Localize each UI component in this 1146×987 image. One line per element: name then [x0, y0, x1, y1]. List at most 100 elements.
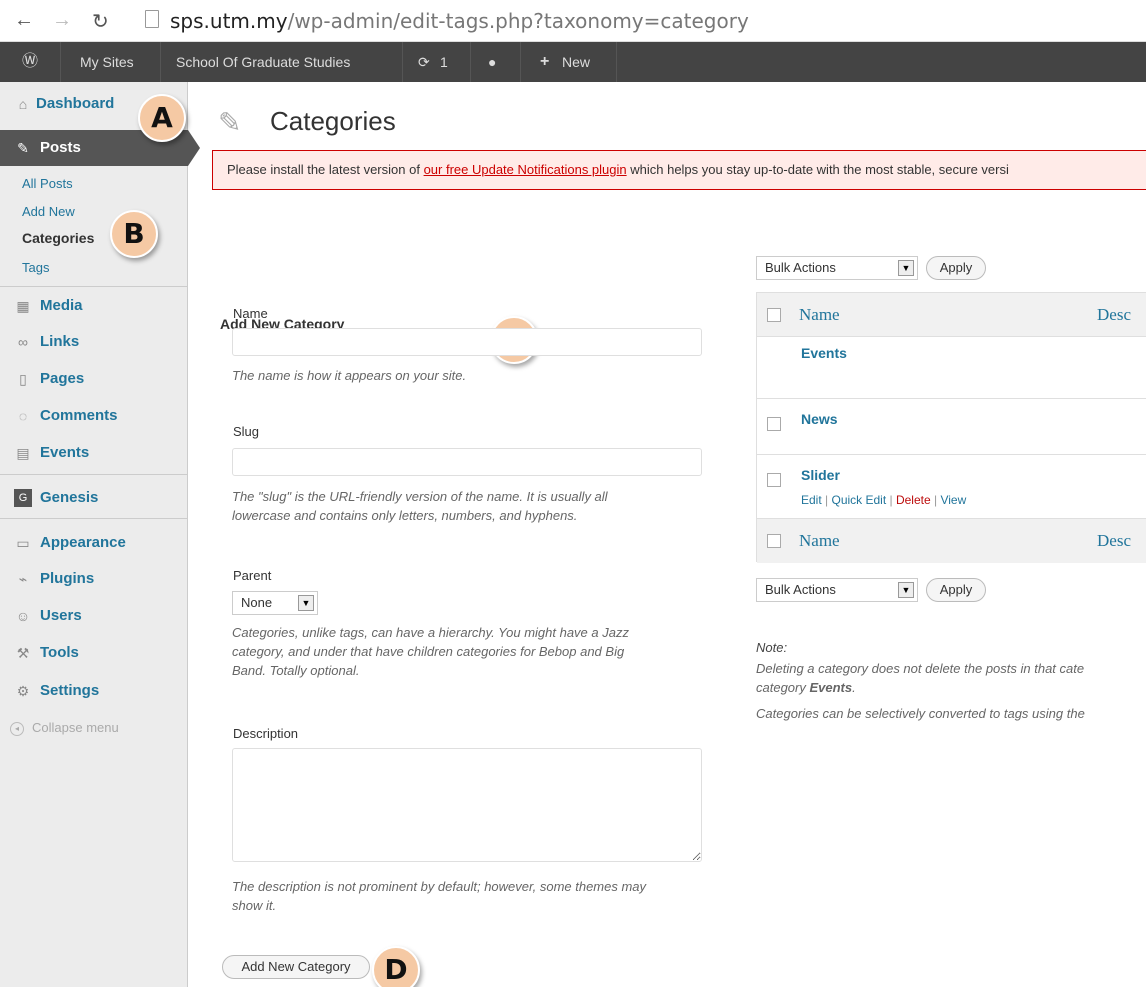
select-all-checkbox-top[interactable]	[767, 308, 781, 322]
submenu-tags[interactable]: Tags	[22, 260, 49, 275]
menu-events[interactable]: ▤ Events	[0, 435, 188, 471]
address-bar[interactable]: sps.utm.my/wp-admin/edit-tags.php?taxono…	[170, 9, 749, 33]
forward-arrow-icon[interactable]: →	[52, 9, 72, 32]
description-textarea[interactable]	[232, 748, 702, 862]
add-new-category-button[interactable]: Add New Category	[222, 955, 370, 979]
chevron-down-icon: ▼	[898, 260, 914, 276]
collapse-menu-button[interactable]: ◂ Collapse menu	[10, 720, 119, 736]
edit-link[interactable]: Edit	[801, 493, 822, 507]
column-name-footer[interactable]: Name	[799, 531, 840, 551]
menu-comments[interactable]: ◌ Comments	[0, 398, 188, 434]
note-line-2-bold[interactable]: Events	[809, 680, 852, 695]
notice-text-before: Please install the latest version of	[227, 162, 424, 177]
comment-icon: ◌	[18, 408, 28, 424]
menu-tools[interactable]: ⚒ Tools	[0, 635, 188, 671]
menu-genesis-label: Genesis	[40, 489, 99, 506]
menu-comments-label: Comments	[40, 407, 118, 424]
notice-plugin-link[interactable]: our free Update Notifications plugin	[424, 162, 627, 177]
delete-link[interactable]: Delete	[896, 493, 931, 507]
menu-tools-label: Tools	[40, 644, 79, 661]
menu-pages[interactable]: ▯ Pages	[0, 361, 188, 397]
table-footer-row: Name Desc	[757, 519, 1146, 563]
table-row: News	[757, 399, 1146, 455]
term-name-link[interactable]: Events	[801, 345, 847, 361]
parent-select[interactable]: None ▼	[232, 591, 318, 615]
plug-icon: ⌁	[18, 571, 28, 587]
note-line-1: Deleting a category does not delete the …	[756, 661, 1085, 676]
quick-edit-link[interactable]: Quick Edit	[831, 493, 886, 507]
apply-button-bottom[interactable]: Apply	[926, 578, 986, 602]
menu-users-label: Users	[40, 607, 82, 624]
reload-icon[interactable]: ↻	[92, 9, 109, 34]
submenu-categories[interactable]: Categories	[22, 230, 94, 246]
note-title: Note:	[756, 640, 788, 655]
menu-links-label: Links	[40, 333, 80, 350]
apply-button-top[interactable]: Apply	[926, 256, 986, 280]
notice-text-after: which helps you stay up-to-date with the…	[626, 162, 1009, 177]
menu-genesis[interactable]: G Genesis	[0, 480, 188, 516]
menu-links[interactable]: ∞ Links	[0, 324, 188, 360]
parent-help-line-3: Band. Totally optional.	[232, 663, 360, 678]
collapse-menu-label: Collapse menu	[32, 720, 119, 735]
back-arrow-icon[interactable]: ←	[14, 9, 34, 32]
updates-count[interactable]: 1	[440, 42, 448, 82]
menu-plugins[interactable]: ⌁ Plugins	[0, 561, 188, 597]
bulk-actions-select-bottom[interactable]: Bulk Actions ▼	[756, 578, 918, 602]
column-desc-footer[interactable]: Desc	[1097, 531, 1131, 551]
browser-toolbar: ← → ↻ sps.utm.my/wp-admin/edit-tags.php?…	[0, 0, 1146, 42]
name-input[interactable]	[232, 328, 702, 356]
menu-media[interactable]: ▦ Media	[0, 288, 188, 324]
menu-users[interactable]: ☺ Users	[0, 598, 188, 634]
term-name-link[interactable]: News	[801, 411, 838, 427]
admin-sidebar: ⌂ Dashboard ✎ Posts All Posts Add New Ca…	[0, 82, 200, 987]
slug-help-line-2: lowercase and contains only letters, num…	[232, 508, 578, 523]
admin-bar: Ⓦ My Sites School Of Graduate Studies ⟳ …	[0, 42, 1146, 82]
slug-label: Slug	[233, 424, 260, 439]
parent-help-line-1: Categories, unlike tags, can have a hier…	[232, 625, 629, 640]
bulk-actions-label-bottom: Bulk Actions	[765, 582, 836, 597]
submenu-all-posts[interactable]: All Posts	[22, 176, 73, 191]
slug-input[interactable]	[232, 448, 702, 476]
comments-bubble-icon[interactable]: ●	[488, 42, 496, 82]
description-label: Description	[233, 726, 299, 741]
submenu-add-new[interactable]: Add New	[22, 204, 75, 219]
bulk-actions-select-top[interactable]: Bulk Actions ▼	[756, 256, 918, 280]
parent-select-value: None	[241, 595, 273, 610]
term-name-link[interactable]: Slider	[801, 467, 840, 483]
callout-b: B	[110, 210, 158, 258]
page-title: Categories	[270, 106, 396, 136]
parent-label: Parent	[233, 568, 272, 583]
home-icon: ⌂	[18, 96, 28, 112]
page-icon	[145, 10, 159, 28]
site-name-link[interactable]: School Of Graduate Studies	[176, 42, 350, 82]
calendar-icon: ▤	[16, 445, 30, 461]
view-link[interactable]: View	[940, 493, 966, 507]
row-checkbox[interactable]	[767, 417, 781, 431]
menu-appearance[interactable]: ▭ Appearance	[0, 525, 188, 561]
menu-events-label: Events	[40, 444, 90, 461]
callout-a: A	[138, 94, 186, 142]
plus-icon[interactable]: +	[540, 42, 549, 82]
users-icon: ☺	[15, 608, 31, 624]
my-sites-link[interactable]: My Sites	[80, 42, 134, 82]
menu-media-label: Media	[40, 297, 83, 314]
column-name-header[interactable]: Name	[799, 305, 840, 325]
wordpress-logo-icon[interactable]: Ⓦ	[22, 42, 38, 82]
menu-settings[interactable]: ⚙ Settings	[0, 673, 188, 709]
settings-icon: ⚙	[16, 683, 30, 699]
url-host: sps.utm.my	[170, 9, 288, 33]
row-checkbox[interactable]	[767, 473, 781, 487]
updates-icon[interactable]: ⟳	[418, 42, 430, 82]
select-all-checkbox-bottom[interactable]	[767, 534, 781, 548]
menu-posts-label: Posts	[40, 139, 81, 156]
menu-settings-label: Settings	[40, 682, 100, 699]
new-content-link[interactable]: New	[562, 42, 590, 82]
description-help-line-2: show it.	[232, 898, 277, 913]
column-desc-header[interactable]: Desc	[1097, 305, 1131, 325]
pages-icon: ▯	[19, 371, 27, 387]
description-help-line-1: The description is not prominent by defa…	[232, 879, 647, 894]
chevron-down-icon: ▼	[298, 595, 314, 611]
categories-table: Name Desc Events News Slider Edit | Quic…	[756, 292, 1146, 563]
tools-icon: ⚒	[16, 645, 30, 661]
note-line-2-suffix: .	[852, 680, 856, 695]
